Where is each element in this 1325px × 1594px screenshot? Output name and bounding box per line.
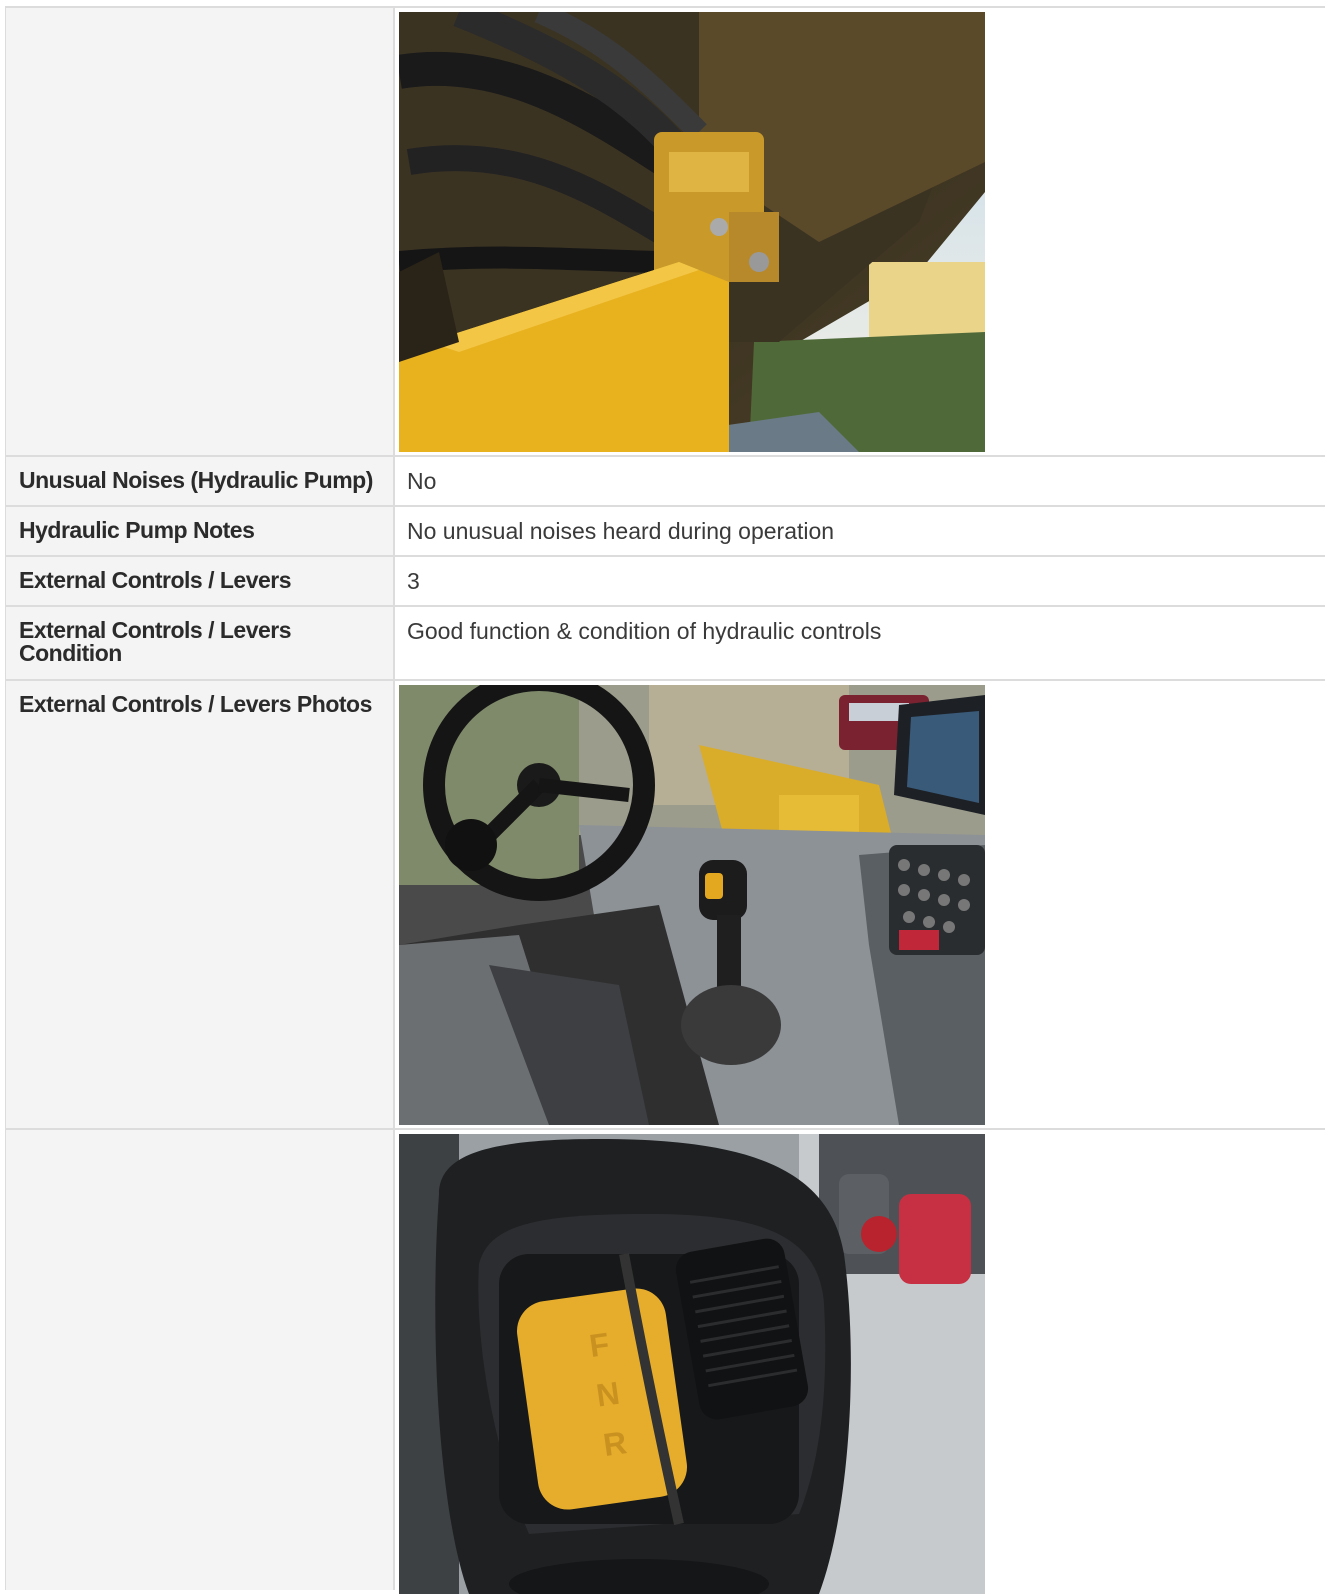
external-controls-condition-label: External Controls / Levers Condition xyxy=(5,607,395,679)
row-label xyxy=(5,1130,395,1590)
external-controls-row: External Controls / Levers 3 xyxy=(5,557,1325,607)
unusual-noises-row: Unusual Noises (Hydraulic Pump) No xyxy=(5,457,1325,507)
hydraulic-pump-photo-row xyxy=(5,8,1325,457)
inspection-report-table: Unusual Noises (Hydraulic Pump) No Hydra… xyxy=(5,6,1325,1594)
external-controls-photos-label: External Controls / Levers Photos xyxy=(5,681,395,1128)
joystick-fnr-photo[interactable]: F N R xyxy=(399,1134,985,1594)
hydraulic-pump-notes-row: Hydraulic Pump Notes No unusual noises h… xyxy=(5,507,1325,557)
external-controls-condition-value: Good function & condition of hydraulic c… xyxy=(407,618,882,644)
joystick-photo-row: F N R xyxy=(5,1130,1325,1594)
unusual-noises-label: Unusual Noises (Hydraulic Pump) xyxy=(5,457,395,505)
hydraulic-pump-notes-label: Hydraulic Pump Notes xyxy=(5,507,395,555)
photo-cell xyxy=(395,681,1325,1128)
external-controls-value: 3 xyxy=(407,568,420,594)
photo-cell: F N R xyxy=(395,1130,1325,1594)
cab-controls-photo[interactable] xyxy=(399,685,985,1125)
external-controls-condition-row: External Controls / Levers Condition Goo… xyxy=(5,607,1325,681)
row-label xyxy=(5,8,395,455)
photo-cell xyxy=(395,8,1325,455)
external-controls-label: External Controls / Levers xyxy=(5,557,395,605)
external-controls-photos-row: External Controls / Levers Photos xyxy=(5,681,1325,1130)
unusual-noises-value: No xyxy=(407,468,437,494)
hydraulic-pump-photo[interactable] xyxy=(399,12,985,452)
hydraulic-pump-notes-value: No unusual noises heard during operation xyxy=(407,518,835,544)
